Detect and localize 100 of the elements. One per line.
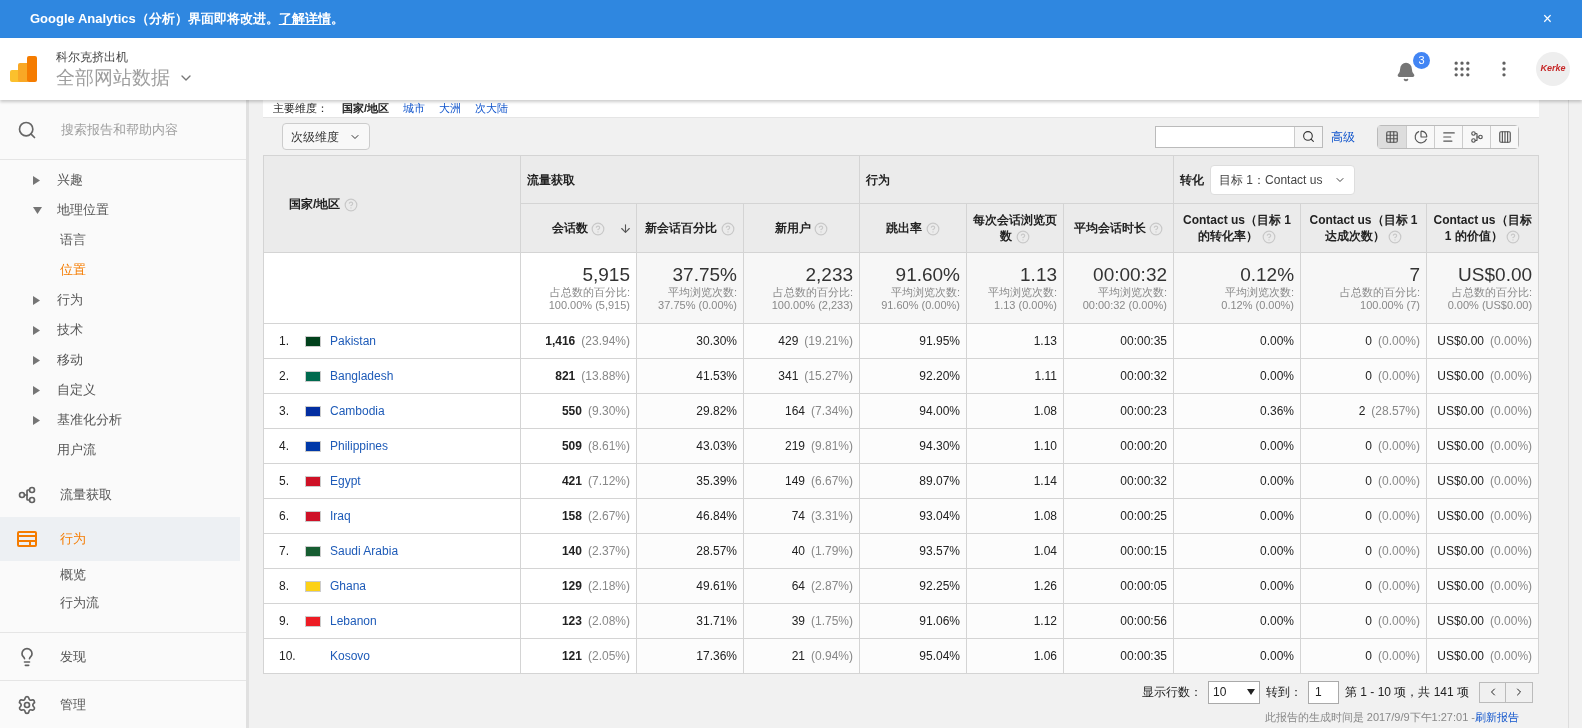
dimension-tab[interactable]: 城市 <box>403 100 426 117</box>
table-cell: 421 (7.12%) <box>520 463 637 499</box>
country-link[interactable]: Kosovo <box>330 647 371 665</box>
table-cell: 21 (0.94%) <box>743 638 860 674</box>
banner-period: 。 <box>330 10 344 29</box>
view-toggle-button[interactable] <box>1406 125 1434 148</box>
sidebar-section[interactable]: 发现 <box>0 632 246 680</box>
collapse-triangle-icon[interactable] <box>33 385 40 395</box>
table-cell: 41.53% <box>636 358 744 394</box>
table-cell: 43.03% <box>636 428 744 464</box>
column-header[interactable]: Contact us（目标 1 达成次数） <box>1300 203 1427 253</box>
pie-chart-icon <box>1413 129 1428 144</box>
column-header[interactable]: Contact us（目标 1 的转化率） <box>1173 203 1301 253</box>
table-cell: US$0.00 (0.00%) <box>1426 533 1539 569</box>
column-header[interactable]: 跳出率 <box>859 203 967 253</box>
collapse-triangle-icon[interactable] <box>33 175 40 185</box>
page-number-field[interactable]: 1 <box>1307 680 1339 704</box>
collapse-triangle-icon[interactable] <box>33 355 40 365</box>
table-cell: 219 (9.81%) <box>743 428 860 464</box>
table-cell: 0 (0.00%) <box>1300 533 1427 569</box>
comparison-icon <box>1469 129 1484 144</box>
table-cell: 00:00:56 <box>1063 603 1174 639</box>
close-button[interactable]: × <box>1542 7 1552 31</box>
view-toggle-button[interactable] <box>1490 125 1518 148</box>
sidebar-item[interactable]: 用户流 <box>0 435 246 465</box>
country-link[interactable]: Philippines <box>330 437 389 455</box>
column-header[interactable]: 国家/地区 <box>263 155 521 253</box>
table-cell: 35.39% <box>636 463 744 499</box>
goal-dropdown[interactable]: 目标 1：Contact us <box>1210 164 1356 195</box>
table-search-field[interactable] <box>1155 125 1323 148</box>
notifications-button[interactable]: 3 <box>1396 52 1430 86</box>
table-cell: 121 (2.05%) <box>520 638 637 674</box>
learn-more-link[interactable]: 了解详情 <box>278 9 331 29</box>
table-cell: 31.71% <box>636 603 744 639</box>
country-link[interactable]: Ghana <box>330 577 367 595</box>
sidebar-item[interactable]: 兴趣 <box>0 165 246 195</box>
table-cell: 1,416 (23.94%) <box>520 323 637 359</box>
table-cell: 30.30% <box>636 323 744 359</box>
collapse-triangle-icon[interactable] <box>33 295 40 305</box>
table-cell: 550 (9.30%) <box>520 393 637 429</box>
table-cell: 00:00:35 <box>1063 638 1174 674</box>
table-cell: 140 (2.37%) <box>520 533 637 569</box>
sidebar-section[interactable]: 管理 <box>0 680 246 728</box>
country-link[interactable]: Saudi Arabia <box>330 542 399 560</box>
table-cell: 0 (0.00%) <box>1300 323 1427 359</box>
country-link[interactable]: Cambodia <box>330 402 385 420</box>
apps-grid-icon[interactable] <box>1452 59 1472 79</box>
secondary-dimension-dropdown[interactable]: 次级维度 <box>282 123 370 150</box>
table-cell: US$0.00 (0.00%) <box>1426 463 1539 499</box>
sidebar-item[interactable]: 自定义 <box>0 375 246 405</box>
country-link[interactable]: Lebanon <box>330 612 377 630</box>
country-link[interactable]: Egypt <box>330 472 361 490</box>
expand-triangle-icon[interactable] <box>33 206 42 214</box>
row-number: 10. <box>279 648 297 665</box>
column-header[interactable]: Contact us（目标 1 的价值） <box>1426 203 1539 253</box>
column-header[interactable]: 新会话百分比 <box>636 203 744 253</box>
view-toggle-button[interactable] <box>1378 125 1406 148</box>
sidebar-item[interactable]: 行为 <box>0 285 246 315</box>
sidebar-subitem[interactable]: 语言 <box>0 225 246 255</box>
row-number: 9. <box>279 613 290 630</box>
country-link[interactable]: Iraq <box>330 507 351 525</box>
sidebar-section[interactable]: 流量获取 <box>0 473 246 517</box>
table-cell: 0.00% <box>1173 463 1301 499</box>
avatar[interactable]: Kerke <box>1536 52 1570 86</box>
column-header[interactable]: 会话数 <box>520 203 637 253</box>
table-cell: 123 (2.08%) <box>520 603 637 639</box>
country-link[interactable]: Bangladesh <box>330 367 394 385</box>
table-cell: 0 (0.00%) <box>1300 638 1427 674</box>
sidebar-item[interactable]: 基准化分析 <box>0 405 246 435</box>
collapse-triangle-icon[interactable] <box>33 325 40 335</box>
sidebar-item[interactable]: 移动 <box>0 345 246 375</box>
total-cell: 2,233 占总数的百分比: 100.00% (2,233) <box>743 252 860 324</box>
table-cell: 0.00% <box>1173 533 1301 569</box>
sidebar-search-field[interactable]: 搜索报告和帮助内容 <box>61 119 221 140</box>
row-number: 7. <box>279 543 290 560</box>
sidebar-item[interactable]: 地理位置 <box>0 195 246 225</box>
dimension-tab[interactable]: 大洲 <box>439 100 462 117</box>
column-header[interactable]: 每次会话浏览页数 <box>966 203 1064 253</box>
advanced-link[interactable]: 高级 <box>1331 127 1355 146</box>
table-cell: US$0.00 (0.00%) <box>1426 568 1539 604</box>
sidebar-subitem[interactable]: 概览 <box>0 561 246 589</box>
refresh-report-link[interactable]: 刷新报告 <box>1475 710 1519 724</box>
report-generated-text: 此报告的生成时间是 2017/9/9下午1:27:01 - <box>1264 710 1475 724</box>
rows-per-page-select[interactable]: 10 <box>1207 680 1260 704</box>
dimension-tab[interactable]: 次大陆 <box>475 100 509 117</box>
view-toggle-button[interactable] <box>1462 125 1490 148</box>
column-header[interactable]: 平均会话时长 <box>1063 203 1174 253</box>
table-cell: 129 (2.18%) <box>520 568 637 604</box>
view-toggle-button[interactable] <box>1434 125 1462 148</box>
table-cell: 28.57% <box>636 533 744 569</box>
sidebar-item[interactable]: 技术 <box>0 315 246 345</box>
column-header[interactable]: 新用户 <box>743 203 860 253</box>
dimension-tab[interactable]: 国家/地区 <box>342 100 390 117</box>
table-cell: 1.14 <box>966 463 1064 499</box>
table-cell: 149 (6.67%) <box>743 463 860 499</box>
row-number: 2. <box>279 368 290 385</box>
collapse-triangle-icon[interactable] <box>33 415 40 425</box>
country-link[interactable]: Pakistan <box>330 332 377 350</box>
table-cell: 00:00:25 <box>1063 498 1174 534</box>
sidebar-subitem[interactable]: 行为流 <box>0 589 246 617</box>
